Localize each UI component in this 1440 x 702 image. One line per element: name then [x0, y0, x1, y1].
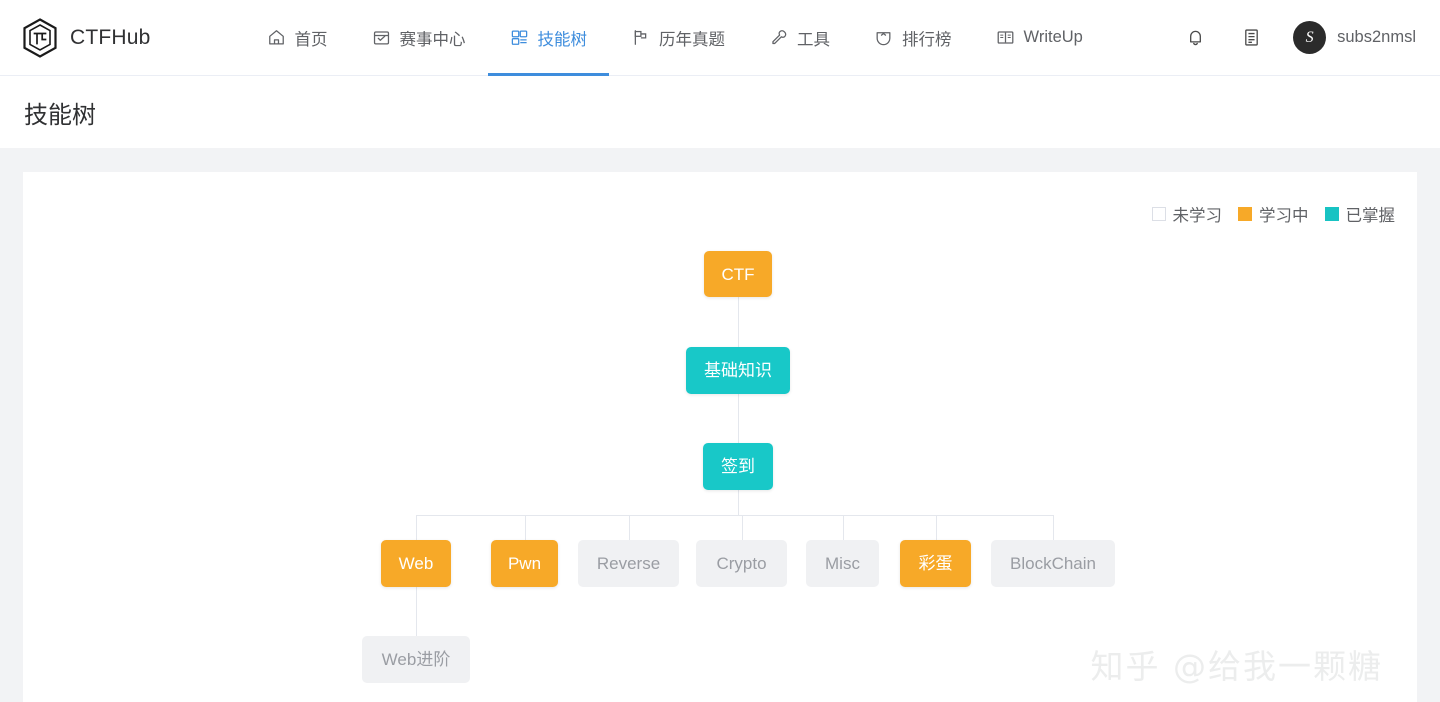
- connector-line: [738, 490, 739, 515]
- connector-line: [742, 515, 743, 540]
- skill-node-label: Misc: [825, 555, 860, 572]
- connector-line: [936, 515, 937, 540]
- skill-node-label: Web: [399, 555, 434, 572]
- skill-node-easteregg[interactable]: 彩蛋: [900, 540, 971, 587]
- avatar: S: [1293, 21, 1326, 54]
- connector-line: [416, 515, 1053, 516]
- skill-node-blockchain[interactable]: BlockChain: [991, 540, 1115, 587]
- active-tab-underline: [488, 73, 610, 76]
- nav-item-leaderboard-label: 排行榜: [902, 26, 952, 50]
- connector-line: [843, 515, 844, 540]
- connector-line: [1053, 515, 1054, 540]
- nav-item-writeup[interactable]: WriteUp: [974, 0, 1105, 76]
- skill-node-basics[interactable]: 基础知识: [686, 347, 790, 394]
- home-icon: [267, 28, 286, 47]
- nav-item-leaderboard[interactable]: 排行榜: [852, 0, 974, 76]
- calendar-icon: [372, 28, 391, 47]
- connector-line: [738, 394, 739, 443]
- ctfhub-hex-logo-icon: [22, 18, 58, 58]
- connector-line: [629, 515, 630, 540]
- skill-node-label: Pwn: [508, 555, 541, 572]
- nav-item-writeup-label: WriteUp: [1024, 28, 1083, 47]
- skill-node-label: BlockChain: [1010, 555, 1096, 572]
- connector-line: [738, 297, 739, 347]
- nav-item-skill-tree-label: 技能树: [538, 26, 588, 50]
- skill-node-reverse[interactable]: Reverse: [578, 540, 679, 587]
- bell-icon[interactable]: [1167, 13, 1223, 63]
- connector-line: [416, 587, 417, 636]
- skill-node-misc[interactable]: Misc: [806, 540, 879, 587]
- skill-node-label: Crypto: [716, 555, 766, 572]
- skill-tree-canvas: CTF 基础知识签到 Web Pwn Reverse Crypto Misc 彩蛋 BlockC…: [23, 172, 1417, 702]
- user-name: subs2nmsl: [1337, 28, 1416, 47]
- flag-icon: [631, 28, 650, 47]
- skill-node-label: 基础知识: [704, 362, 772, 379]
- nav-item-past-challenges-label: 历年真题: [659, 26, 725, 50]
- skill-node-label: Web进阶: [382, 651, 451, 668]
- nav-item-events-label: 赛事中心: [400, 26, 466, 50]
- nav-right-actions: S subs2nmsl: [1167, 13, 1416, 63]
- page-body: 未学习 学习中 已掌握 CTF基础知识签到WebPwnReverseCrypto…: [0, 148, 1440, 702]
- nav-item-past-challenges[interactable]: 历年真题: [609, 0, 747, 76]
- skill-node-crypto[interactable]: Crypto: [696, 540, 787, 587]
- wrench-icon: [769, 28, 788, 47]
- skill-node-label: 彩蛋: [919, 555, 953, 572]
- brand-name: CTFHub: [70, 26, 151, 50]
- user-menu[interactable]: S subs2nmsl: [1293, 21, 1416, 54]
- skill-tree-icon: [510, 28, 529, 47]
- nav-item-skill-tree[interactable]: 技能树: [488, 0, 610, 76]
- skill-tree-card: 未学习 学习中 已掌握 CTF基础知识签到WebPwnReverseCrypto…: [23, 172, 1417, 702]
- nav-item-tools[interactable]: 工具: [747, 0, 852, 76]
- trophy-icon: [874, 28, 893, 47]
- skill-node-ctf[interactable]: CTF: [704, 251, 772, 297]
- page-title: 技能树: [24, 95, 96, 130]
- nav-menu: 首页 赛事中心 技能树: [245, 0, 1105, 76]
- brand-logo-link[interactable]: CTFHub: [22, 18, 151, 58]
- book-icon: [996, 28, 1015, 47]
- nav-item-events[interactable]: 赛事中心: [350, 0, 488, 76]
- page-header: 技能树: [0, 76, 1440, 148]
- connector-line: [416, 515, 417, 540]
- nav-item-home-label: 首页: [295, 26, 328, 50]
- document-icon[interactable]: [1223, 13, 1279, 63]
- skill-node-webadv[interactable]: Web进阶: [362, 636, 470, 683]
- connector-line: [525, 515, 526, 540]
- top-navigation-bar: CTFHub 首页 赛事中心: [0, 0, 1440, 76]
- skill-node-signin[interactable]: 签到: [703, 443, 773, 490]
- skill-node-label: CTF: [721, 266, 754, 283]
- nav-item-tools-label: 工具: [797, 26, 830, 50]
- skill-node-web[interactable]: Web: [381, 540, 451, 587]
- skill-node-label: 签到: [721, 458, 755, 475]
- skill-node-pwn[interactable]: Pwn: [491, 540, 558, 587]
- skill-node-label: Reverse: [597, 555, 660, 572]
- nav-item-home[interactable]: 首页: [245, 0, 350, 76]
